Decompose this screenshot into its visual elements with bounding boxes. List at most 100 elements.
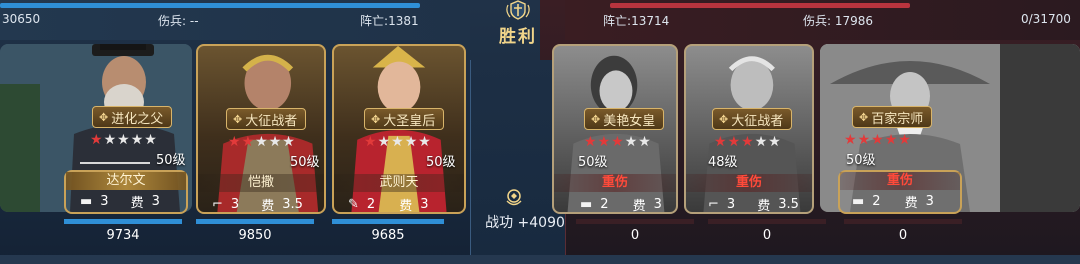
star-empty-icon: ★ xyxy=(754,134,769,150)
hero-hp-fill xyxy=(196,219,314,224)
merit-gain: 战功 +4090 xyxy=(485,215,565,231)
ally-stats-bar: 30650 伤兵: -- 阵亡:1381 xyxy=(0,0,470,40)
star-filled-icon: ★ xyxy=(714,134,728,150)
hero-title-badge: ✥ 大征战者 xyxy=(712,108,793,130)
enemy-hero-card-2[interactable]: ✥ 大征战者 ★★★★★ 48级 重伤 ⌐ 3 费 3.5 xyxy=(684,44,814,214)
star-empty-icon: ★ xyxy=(130,132,145,148)
hero-hp-bar xyxy=(196,219,314,224)
star-empty-icon: ★ xyxy=(144,132,158,148)
star-empty-icon: ★ xyxy=(282,134,296,150)
star-empty-icon: ★ xyxy=(404,134,419,150)
star-rating: ★★★★★ xyxy=(228,134,296,150)
artillery-icon: ⌐ xyxy=(212,196,223,212)
hero-level: 50级 xyxy=(846,153,876,168)
hero-name-plate: 达尔文 xyxy=(66,172,186,190)
star-rating: ★★★★★ xyxy=(714,134,782,150)
star-rating: ★★★★★ xyxy=(364,134,432,150)
star-filled-icon: ★ xyxy=(898,132,912,148)
hero-hp-fill xyxy=(64,219,182,224)
hero-name-plate: 恺撒 xyxy=(198,174,324,192)
hero-title-badge: ✥ 大征战者 xyxy=(226,108,307,130)
star-filled-icon: ★ xyxy=(844,132,858,148)
tank-icon: ▬ xyxy=(80,193,93,209)
star-filled-icon: ★ xyxy=(228,134,242,150)
hero-hp-bar xyxy=(844,219,962,224)
hero-level: 50级 xyxy=(426,155,456,170)
star-rating: ★★★★★ xyxy=(584,134,652,150)
bottom-strip xyxy=(0,255,1080,264)
tank-icon: ▬ xyxy=(580,196,593,212)
hero-title-badge: ✥ 进化之父 xyxy=(92,106,173,128)
hero-hp-bar xyxy=(332,219,444,224)
rocket-icon: ✎ xyxy=(348,196,359,212)
star-empty-icon: ★ xyxy=(377,134,392,150)
hero-troop-cost: ✎ 2 费3 xyxy=(348,196,429,214)
hero-hp-value: 9850 xyxy=(238,228,272,243)
star-filled-icon: ★ xyxy=(364,134,378,150)
ally-partial-value: 30650 xyxy=(2,12,41,26)
artillery-icon: ⌐ xyxy=(708,196,719,212)
hero-troop-cost: ▬ 3 费3 xyxy=(80,193,160,211)
battle-result-label: 胜利 xyxy=(499,27,537,47)
hero-level: 50级 xyxy=(578,155,608,170)
laurel-shield-icon xyxy=(506,0,530,20)
star-filled-icon: ★ xyxy=(857,132,872,148)
star-empty-icon: ★ xyxy=(768,134,782,150)
star-empty-icon: ★ xyxy=(418,134,432,150)
star-filled-icon: ★ xyxy=(597,134,612,150)
hero-hp-value: 9685 xyxy=(371,228,405,243)
hero-level: 50级 xyxy=(290,155,320,170)
star-filled-icon: ★ xyxy=(584,134,598,150)
star-empty-icon: ★ xyxy=(103,132,118,148)
hero-name-plate: 武则天 xyxy=(334,174,464,192)
hero-level: 50级 xyxy=(156,153,186,168)
hero-hp-fill xyxy=(332,219,444,224)
hero-injured-status: 重伤 xyxy=(554,174,676,192)
enemy-dead: 阵亡:13714 xyxy=(603,14,670,28)
star-empty-icon: ★ xyxy=(638,134,652,150)
star-empty-icon: ★ xyxy=(268,134,283,150)
star-filled-icon: ★ xyxy=(241,134,256,150)
laurel-medal-icon xyxy=(506,189,522,206)
hero-injured-status: 重伤 xyxy=(686,174,812,192)
star-empty-icon: ★ xyxy=(391,134,405,150)
ally-dead: 阵亡:1381 xyxy=(360,14,419,28)
star-filled-icon: ★ xyxy=(611,134,625,150)
star-filled-icon: ★ xyxy=(727,134,742,150)
hero-card-caesar[interactable]: ✥ 大征战者 ★★★★★ 50级 恺撒 ⌐ 3 费 3.5 xyxy=(196,44,326,214)
tank-icon: ▬ xyxy=(852,193,865,209)
battle-result-screen: { "left_side": { "stats": {"partial_valu… xyxy=(0,0,1080,264)
enemy-partial-value: 0/31700 xyxy=(1021,12,1071,26)
hero-hp-value: 0 xyxy=(762,228,772,243)
star-rating: ★★★★★ xyxy=(90,132,158,148)
hero-hp-bar xyxy=(708,219,826,224)
hero-troop-cost: ⌐ 3 费 3.5 xyxy=(212,196,303,214)
hero-troop-cost: ▬ 2 费3 xyxy=(852,193,934,211)
hero-hp-bar xyxy=(64,219,182,224)
ally-wounded: 伤兵: -- xyxy=(158,14,199,28)
star-filled-icon: ★ xyxy=(871,132,885,148)
ally-hp-bar xyxy=(0,3,420,8)
hero-troop-cost: ⌐ 3 费 3.5 xyxy=(708,196,799,214)
star-filled-icon: ★ xyxy=(741,134,755,150)
star-rating: ★★★★★ xyxy=(844,132,912,148)
enemy-hp-bar xyxy=(610,3,910,8)
hero-title-badge: ✥ 百家宗师 xyxy=(852,106,933,128)
enemy-wounded: 伤兵: 17986 xyxy=(803,14,874,28)
hero-card-wuzetian[interactable]: ✥ 大圣皇后 ★★★★★ 50级 武则天 ✎ 2 费3 xyxy=(332,44,466,214)
hero-troop-cost: ▬ 2 费3 xyxy=(580,196,662,214)
hero-hp-bar xyxy=(576,219,694,224)
star-empty-icon: ★ xyxy=(255,134,269,150)
star-filled-icon: ★ xyxy=(90,132,104,148)
hero-title-badge: ✥ 大圣皇后 xyxy=(364,108,445,130)
star-filled-icon: ★ xyxy=(884,132,899,148)
hero-hp-value: 0 xyxy=(630,228,640,243)
hero-level: 48级 xyxy=(708,155,738,170)
hero-title-badge: ✥ 美艳女皇 xyxy=(584,108,665,130)
star-empty-icon: ★ xyxy=(117,132,131,148)
hero-hp-value: 9734 xyxy=(106,228,140,243)
level-divider xyxy=(80,162,150,164)
hero-hp-value: 0 xyxy=(898,228,908,243)
star-empty-icon: ★ xyxy=(624,134,639,150)
enemy-hero-card-1[interactable]: ✥ 美艳女皇 ★★★★★ 50级 重伤 ▬ 2 费3 xyxy=(552,44,678,214)
